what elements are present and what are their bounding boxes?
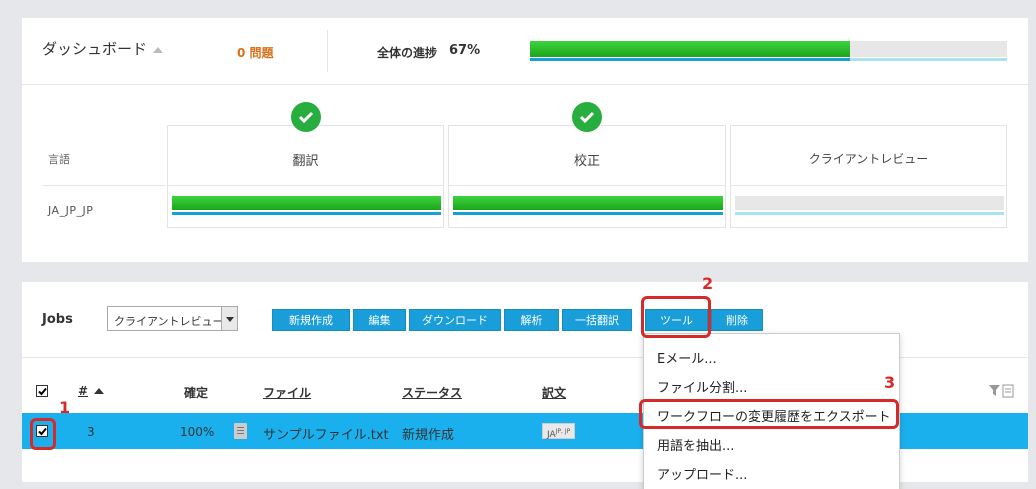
menu-item-split-file[interactable]: ファイル分割... — [657, 377, 747, 396]
workflow-step-proofreading: 校正 — [448, 125, 726, 228]
step-progress-subbar — [735, 212, 1004, 215]
divider — [449, 185, 725, 186]
edit-button[interactable]: 編集 — [353, 309, 406, 331]
select-all-checkbox[interactable] — [36, 385, 48, 397]
divider — [731, 185, 1006, 186]
overall-progress-value: 67% — [449, 43, 481, 58]
overall-progress-subbar — [530, 58, 1007, 61]
new-button[interactable]: 新規作成 — [272, 309, 350, 331]
language-label: JA_JP_JP — [48, 204, 94, 217]
step-progress-fill — [172, 196, 441, 210]
menu-item-upload[interactable]: アップロード... — [657, 464, 747, 483]
workflow-filter-select[interactable]: クライアントレビュー — [107, 306, 238, 331]
step-progress-fill — [453, 196, 723, 210]
file-icon — [234, 423, 247, 439]
select-value: クライアントレビュー — [114, 315, 224, 328]
dashboard-separator — [22, 84, 1028, 85]
overall-progress-fill — [530, 41, 850, 57]
annotation-number: 2 — [702, 274, 714, 293]
annotation-highlight-checkbox — [30, 418, 56, 450]
column-header-confirmed: 確定 — [184, 386, 209, 400]
step-progress-subbar — [453, 212, 723, 215]
workflow-step-translation: 翻訳 — [167, 125, 444, 228]
delete-button[interactable]: 削除 — [711, 309, 763, 331]
step-name: 校正 — [573, 154, 600, 169]
step-progress-subfill — [453, 212, 723, 215]
column-header-target[interactable]: 訳文 — [542, 384, 566, 401]
analyze-button[interactable]: 解析 — [504, 309, 559, 331]
step-progress-bar — [172, 196, 441, 210]
column-header-number[interactable]: # — [78, 384, 88, 398]
divider — [168, 185, 443, 186]
dashboard-header[interactable]: ダッシュボード — [42, 38, 164, 59]
check-circle-icon — [291, 102, 321, 132]
badge-superscript: JP, JP — [555, 428, 571, 435]
divider — [42, 185, 166, 186]
badge-text: JA — [547, 430, 556, 440]
column-filter-icon[interactable] — [988, 384, 1014, 398]
jobs-title: Jobs — [42, 312, 73, 327]
dropdown-arrow-icon[interactable] — [221, 307, 237, 330]
step-progress-bar — [453, 196, 723, 210]
row-number: 3 — [87, 425, 95, 439]
row-file-name[interactable]: サンプルファイル.txt — [263, 424, 389, 443]
annotation-highlight-export — [639, 399, 899, 429]
sort-ascending-icon[interactable] — [94, 388, 104, 394]
row-status: 新規作成 — [402, 428, 455, 443]
check-circle-icon — [572, 102, 602, 132]
dashboard-panel: ダッシュボード 0 問題 全体の進捗 67% 言語 JA_JP_JP 翻訳 校正… — [22, 18, 1028, 262]
target-language-badge: JAJP, JP — [542, 423, 576, 440]
row-confirmed: 100% — [180, 425, 215, 439]
step-progress-bar — [735, 196, 1004, 210]
column-header-file[interactable]: ファイル — [263, 384, 311, 401]
step-progress-subbar — [172, 212, 441, 215]
overall-progress-subfill — [530, 58, 850, 61]
overall-progress-bar — [530, 41, 1007, 57]
menu-item-extract-terms[interactable]: 用語を抽出... — [657, 435, 734, 454]
annotation-number: 3 — [884, 373, 896, 392]
step-name: クライアントレビュー — [808, 152, 929, 166]
menu-item-email[interactable]: Eメール... — [657, 348, 717, 367]
annotation-number: 1 — [59, 398, 71, 417]
collapse-caret-icon[interactable] — [153, 46, 164, 53]
overall-progress-label: 全体の進捗 — [377, 46, 438, 60]
download-button[interactable]: ダウンロード — [409, 309, 501, 331]
annotation-highlight-tools — [641, 296, 711, 338]
workflow-step-client-review: クライアントレビュー — [730, 125, 1007, 228]
language-column-header: 言語 — [48, 153, 70, 166]
divider — [327, 30, 328, 72]
batch-translate-button[interactable]: 一括翻訳 — [562, 309, 632, 331]
issues-count[interactable]: 0 問題 — [237, 44, 274, 61]
dashboard-title: ダッシュボード — [42, 40, 148, 58]
column-label: # — [78, 384, 89, 398]
column-header-status[interactable]: ステータス — [402, 384, 462, 401]
step-name: 翻訳 — [292, 154, 319, 169]
step-progress-subfill — [172, 212, 441, 215]
